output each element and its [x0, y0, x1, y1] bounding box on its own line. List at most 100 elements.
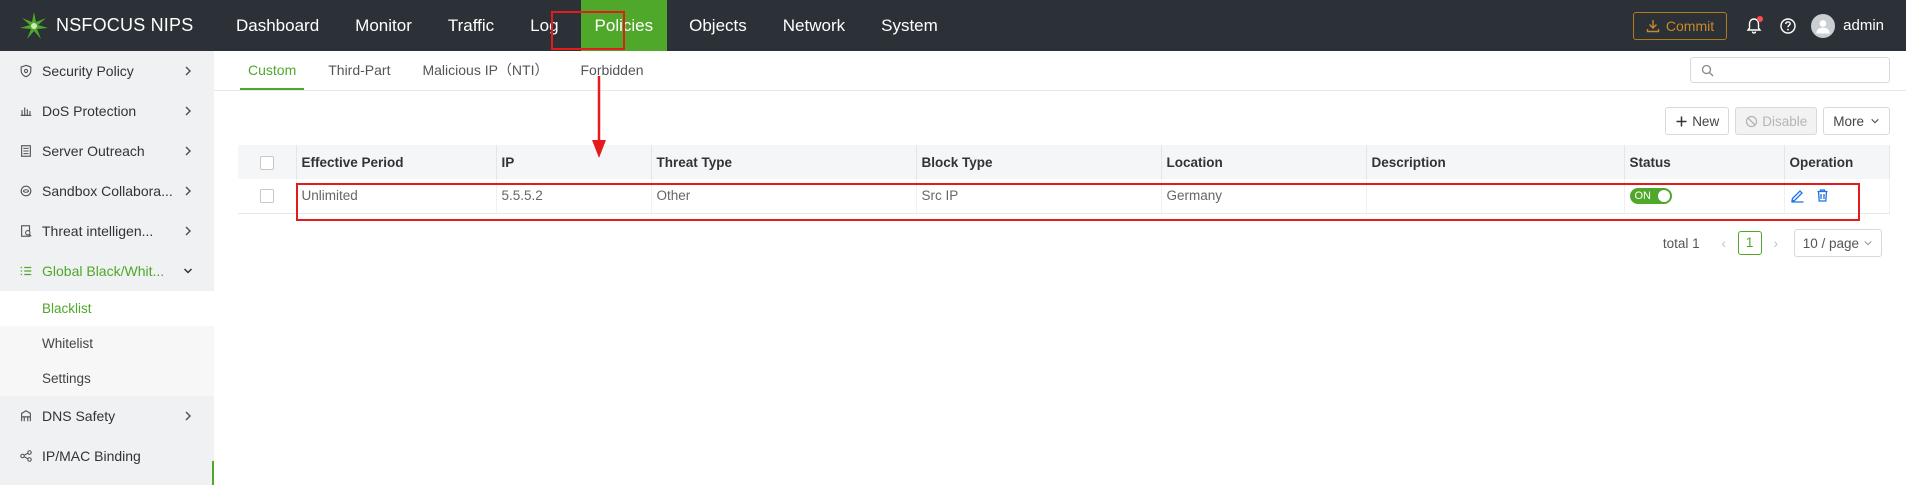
sidebar-item-label: DNS Safety [42, 408, 116, 424]
more-dropdown[interactable]: More [1823, 107, 1890, 135]
dns-icon [18, 408, 34, 424]
page-size-label: 10 / page [1802, 235, 1859, 251]
help-button[interactable] [1777, 15, 1799, 37]
threat-icon [18, 223, 34, 239]
list-icon [18, 263, 34, 279]
user-silhouette-icon [1816, 19, 1830, 33]
tab-forbidden[interactable]: Forbidden [573, 50, 652, 90]
sidebar-item-label: IP/MAC Binding [42, 448, 141, 464]
shield-icon [18, 63, 34, 79]
main-content: Custom Third-Part Malicious IP（NTI） Forb… [214, 51, 1906, 485]
sidebar-item-label: Global Black/Whit... [42, 263, 165, 279]
server-icon [18, 143, 34, 159]
chevron-right-icon [185, 411, 192, 421]
sidebar-item-label: Server Outreach [42, 143, 145, 159]
plus-icon [1676, 116, 1687, 126]
sidebar-item-sandbox-collaboration[interactable]: Sandbox Collabora... [0, 171, 214, 211]
sidebar-item-label: Threat intelligen... [42, 223, 154, 239]
user-name[interactable]: admin [1843, 17, 1884, 34]
more-label: More [1833, 113, 1864, 129]
select-all-checkbox[interactable] [259, 155, 274, 170]
nav-traffic[interactable]: Traffic [430, 0, 512, 51]
user-avatar-icon[interactable] [1811, 13, 1836, 38]
annotation-row-highlight [296, 183, 1860, 221]
search-box[interactable] [1690, 57, 1890, 83]
row-select-cell [238, 179, 297, 214]
nav-objects[interactable]: Objects [671, 0, 765, 51]
sidebar-item-ip-mac-binding[interactable]: IP/MAC Binding [0, 436, 214, 476]
sidebar-subitem-settings[interactable]: Settings [0, 361, 214, 396]
column-header[interactable]: Location [1161, 145, 1367, 179]
column-header[interactable]: IP [496, 145, 652, 179]
commit-button[interactable]: Commit [1632, 11, 1728, 40]
nav-monitor[interactable]: Monitor [337, 0, 430, 51]
sidebar-item-label: DoS Protection [42, 103, 137, 119]
sidebar-item-label: Security Policy [42, 63, 134, 79]
table-toolbar: New Disable More [1659, 107, 1890, 135]
page-number[interactable]: 1 [1737, 231, 1762, 255]
row-checkbox[interactable] [259, 189, 274, 204]
sidebar-subitem-whitelist[interactable]: Whitelist [0, 326, 214, 361]
sidebar-subitem-blacklist[interactable]: Blacklist [0, 291, 214, 326]
nav-dashboard[interactable]: Dashboard [218, 0, 337, 51]
chevron-right-icon [185, 186, 192, 196]
commit-label: Commit [1665, 17, 1715, 34]
sidebar-item-dos-protection[interactable]: DoS Protection [0, 91, 214, 131]
column-header[interactable]: Block Type [916, 145, 1162, 179]
column-header[interactable]: Description [1366, 145, 1625, 179]
sidebar: Security Policy DoS Protection Server Ou… [0, 51, 215, 485]
chevron-down-icon [1864, 240, 1872, 246]
tab-custom[interactable]: Custom [240, 50, 305, 90]
annotation-arrow-icon [592, 76, 606, 158]
top-right-actions: Commit admin [1632, 11, 1906, 40]
column-header[interactable]: Threat Type [651, 145, 917, 179]
search-icon [1701, 64, 1714, 76]
disable-button[interactable]: Disable [1735, 107, 1818, 135]
ban-icon [1746, 115, 1758, 127]
annotation-policies-highlight [551, 11, 625, 50]
sandbox-icon [18, 183, 34, 199]
sidebar-item-dns-safety[interactable]: DNS Safety [0, 396, 214, 436]
chevron-down-icon [183, 268, 193, 274]
sidebar-submenu: Blacklist Whitelist Settings [0, 291, 214, 396]
column-header[interactable]: Status [1624, 145, 1785, 179]
nav-system[interactable]: System [863, 0, 956, 51]
chevron-right-icon [185, 106, 192, 116]
disable-label: Disable [1762, 113, 1808, 129]
sidebar-item-server-outreach[interactable]: Server Outreach [0, 131, 214, 171]
help-icon [1780, 17, 1796, 34]
sidebar-item-label: Sandbox Collabora... [42, 183, 173, 199]
brand[interactable]: NSFOCUS NIPS [0, 0, 214, 51]
notifications-button[interactable] [1743, 15, 1765, 37]
nsfocus-logo-icon [20, 11, 48, 39]
chevron-right-icon [185, 226, 192, 236]
search-input[interactable] [1720, 62, 1880, 78]
select-all-cell [238, 145, 297, 179]
new-label: New [1692, 113, 1720, 129]
brand-name: NSFOCUS NIPS [56, 15, 194, 35]
nav-network[interactable]: Network [765, 0, 863, 51]
tab-bar: Custom Third-Part Malicious IP（NTI） Forb… [214, 51, 1906, 91]
sidebar-item-threat-intelligence[interactable]: Threat intelligen... [0, 211, 214, 251]
page-size-select[interactable]: 10 / page [1793, 229, 1882, 257]
tab-malicious-ip-nti[interactable]: Malicious IP（NTI） [414, 50, 556, 90]
sidebar-item-security-policy[interactable]: Security Policy [0, 51, 214, 91]
download-icon [1646, 19, 1660, 32]
chevron-down-icon [1871, 118, 1879, 124]
chevron-right-icon [185, 66, 192, 76]
pagination: total 1 ‹ 1 › 10 / page [1663, 229, 1882, 257]
column-header: Operation [1784, 145, 1890, 179]
top-navbar: NSFOCUS NIPS Dashboard Monitor Traffic L… [0, 0, 1906, 51]
prev-page-icon[interactable]: ‹ [1714, 236, 1734, 251]
notification-dot [1757, 15, 1764, 22]
tab-third-part[interactable]: Third-Part [320, 50, 398, 90]
table-header-row: Effective Period IP Threat Type Block Ty… [238, 145, 1890, 179]
chevron-right-icon [185, 146, 192, 156]
sidebar-item-global-black-white-list[interactable]: Global Black/Whit... [0, 251, 214, 291]
dos-icon [18, 103, 34, 119]
column-header[interactable]: Effective Period [296, 145, 497, 179]
total-count: total 1 [1662, 235, 1700, 251]
binding-icon [18, 448, 34, 464]
next-page-icon[interactable]: › [1766, 236, 1786, 251]
new-button[interactable]: New [1665, 107, 1730, 135]
